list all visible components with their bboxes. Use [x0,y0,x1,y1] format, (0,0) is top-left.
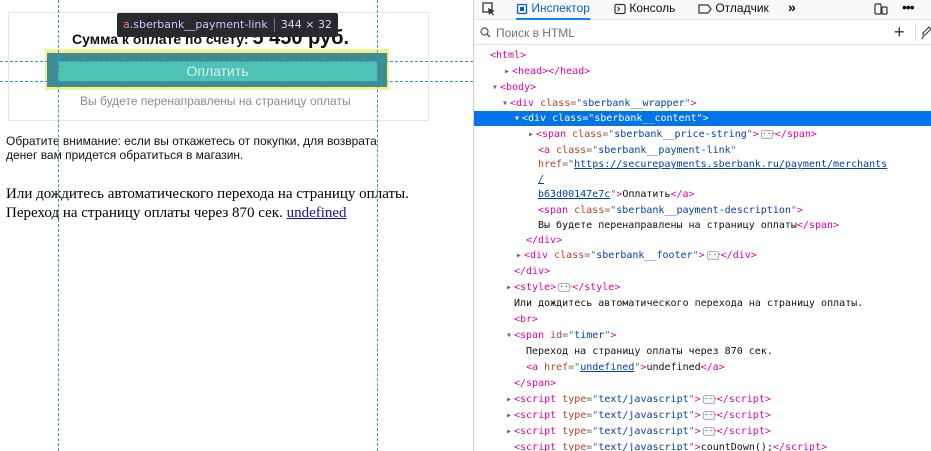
html-search-input[interactable] [496,25,876,41]
tree-node-html[interactable]: <html> [474,48,931,63]
devtools-toolbar: Инспектор Консоль Отладчик » ••• [474,0,931,20]
tree-node-text[interactable]: Или дождитесь автоматического перехода н… [474,296,931,311]
element-picker-icon[interactable] [482,0,496,20]
tab-console-label: Консоль [629,1,676,15]
tree-node-head[interactable]: ▸ <head></head> [474,64,931,79]
search-icon [480,27,491,38]
tree-node-script[interactable]: ▸ <script type="text/javascript"> ···</scr… [474,408,931,423]
tree-node-link[interactable]: <a class="sberbank__payment-link" [474,143,931,158]
tree-node-wrapper-close[interactable]: </div> [474,264,931,279]
tree-node-link-href-cont[interactable]: / [474,172,931,187]
tooltip-tag: a [123,18,130,31]
devtools-panel: Инспектор Консоль Отладчик » ••• + <html… [473,0,931,451]
guide-line [377,0,378,451]
responsive-mode-icon[interactable] [874,0,888,20]
guide-line [0,61,473,62]
tree-node-timer-close[interactable]: </span> [474,376,931,391]
expand-arrow-icon: ▸ [515,250,523,261]
eyedropper-icon[interactable] [921,26,931,40]
payment-description: Вы будете перенаправлены на страницу опл… [80,94,351,108]
tree-node-body[interactable]: ▾ <body> [474,80,931,95]
auto-redirect-line: Или дождитесь автоматического перехода н… [6,186,409,202]
collapse-arrow-icon: ▾ [501,98,509,109]
expand-arrow-icon: ▸ [505,282,513,293]
tree-node-script[interactable]: ▸ <script type="text/javascript"> ···</scr… [474,424,931,439]
refund-notice: Обратите внимание: если вы откажетесь от… [6,134,377,162]
tree-node-desc-text[interactable]: Вы будете перенаправлены на страницу опл… [474,218,931,233]
tree-node-br[interactable]: <br> [474,312,931,327]
add-node-icon[interactable]: + [894,22,905,42]
tree-node-footer[interactable]: ▸ <div class="sberbank__footer"> ···</div> [474,248,931,263]
expand-arrow-icon: ▸ [505,410,513,421]
html-search-bar: + [474,21,931,45]
tab-inspector-label: Инспектор [531,1,590,15]
tree-node-content-close[interactable]: </div> [474,233,931,248]
timer-span: Переход на страницу оплаты через 870 сек… [6,204,409,223]
inspector-icon [516,3,528,14]
tree-node-desc[interactable]: <span class="sberbank__payment-descripti… [474,203,931,218]
guide-line [58,0,59,451]
tree-node-link-text[interactable]: b63d00147e7c">Оплатить</a> [474,187,931,202]
tree-node-timer-link[interactable]: <a href="undefined">undefined</a> [474,360,931,375]
tab-debugger[interactable]: Отладчик [698,0,769,20]
expand-arrow-icon: ▸ [505,394,513,405]
tree-node-price[interactable]: ▸ <span class="sberbank__price-string"> ··… [474,127,931,142]
tooltip-size: 344 × 32 [280,18,332,31]
collapse-arrow-icon: ▾ [513,113,521,124]
tree-node-link-href[interactable]: href="https://securepayments.sberbank.ru… [474,157,931,172]
tree-node-timer-text[interactable]: Переход на страницу оплаты через 870 сек… [474,344,931,359]
tree-node-script-countdown[interactable]: <script type="text/javascript">countDown… [474,440,931,451]
timer-text: Переход на страницу оплаты через 870 сек… [6,205,283,221]
tab-inspector[interactable]: Инспектор [516,0,590,20]
guide-line [0,81,473,82]
tab-console[interactable]: Консоль [614,0,675,20]
tree-node-timer[interactable]: ▾ <span id="timer"> [474,328,931,343]
tree-node-style[interactable]: ▸ <style> ···</style> [474,280,931,295]
pay-button[interactable]: Оплатить [58,61,377,81]
inspector-tooltip: a.sberbank__payment-link 344 × 32 [117,13,338,37]
timer-link[interactable]: undefined [287,205,347,221]
expand-arrow-icon: ▸ [527,129,535,140]
console-icon [614,3,626,14]
expand-arrow-icon: ▸ [503,66,511,77]
tree-node-script[interactable]: ▸ <script type="text/javascript"> ···</scr… [474,392,931,407]
tree-node-content-selected[interactable]: ▾ <div class="sberbank__content"> [474,111,931,126]
page-viewport: Сумма к оплате по счету: 5 450 руб. Опла… [0,0,473,451]
debugger-icon [698,4,712,14]
collapse-arrow-icon: ▾ [505,330,513,341]
auto-redirect-text: Или дождитесь автоматического перехода н… [6,185,409,223]
tab-debugger-label: Отладчик [715,1,769,15]
overflow-menu-icon[interactable]: ••• [902,0,915,20]
tree-node-wrapper[interactable]: ▾ <div class="sberbank__wrapper"> [474,96,931,111]
expand-arrow-icon: ▸ [505,426,513,437]
collapse-arrow-icon: ▾ [491,82,499,93]
tooltip-class: .sberbank__payment-link [129,18,268,31]
more-tabs-icon[interactable]: » [788,0,796,20]
